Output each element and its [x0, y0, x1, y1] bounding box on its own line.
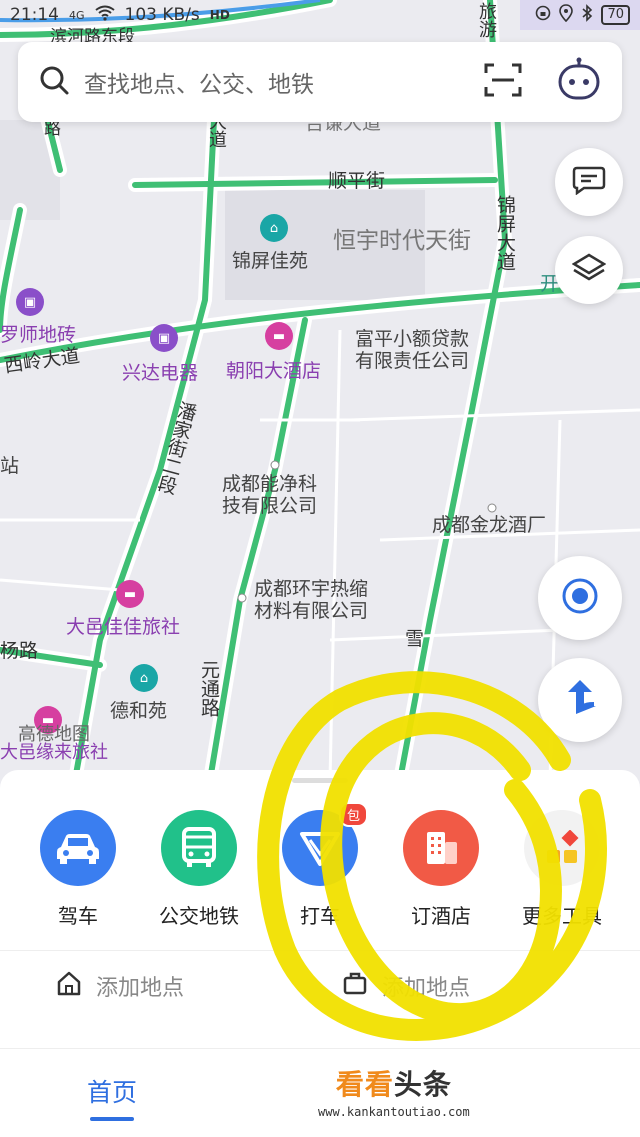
road-label: 顺平街: [328, 170, 386, 192]
poi-label: 成都金龙酒厂: [432, 514, 547, 536]
locate-icon: [560, 576, 600, 620]
road-label: 杨路: [0, 640, 39, 662]
promo-badge: 包: [338, 802, 368, 827]
poi-label: 成都能净科: [222, 473, 318, 495]
bottom-panel: 驾车 公交地铁 包 打车 订酒店 更多工具 添加地点 添加地点: [0, 770, 640, 1050]
home-icon: [56, 970, 82, 1002]
service-drive[interactable]: 驾车: [23, 810, 133, 929]
road-label: 元通路: [198, 660, 220, 717]
add-home-button[interactable]: 添加地点: [56, 970, 184, 1002]
add-place-label: 添加地点: [382, 975, 471, 1001]
chat-bubble-icon: [572, 165, 606, 199]
location-icon: [559, 3, 574, 27]
poi-label: 大邑缘来旅社: [0, 742, 108, 763]
poi-label: 材料有限公司: [254, 600, 369, 622]
residential-poi-icon[interactable]: ⌂: [130, 664, 158, 692]
more-tools-icon: [524, 810, 600, 886]
service-label: 更多工具: [522, 904, 602, 928]
tab-home[interactable]: 首页: [72, 1073, 152, 1121]
watermark: 看看头条 www.kankantoutiao.com: [318, 1063, 470, 1119]
route-arrow-icon: [560, 678, 600, 722]
search-placeholder[interactable]: 查找地点、公交、地铁: [84, 65, 484, 99]
search-icon: [38, 64, 70, 100]
poi-label: 德和苑: [110, 700, 168, 722]
service-transit[interactable]: 公交地铁: [144, 810, 254, 929]
service-label: 驾车: [58, 904, 98, 928]
route-button[interactable]: [538, 658, 622, 742]
add-work-button[interactable]: 添加地点: [342, 970, 470, 1002]
briefcase-icon: [342, 970, 368, 1002]
poi-label: 罗师地砖: [0, 324, 77, 346]
locate-button[interactable]: [538, 556, 622, 640]
watermark-url: www.kankantoutiao.com: [318, 1105, 470, 1119]
add-place-row: 添加地点 添加地点: [0, 950, 640, 1020]
network-label: 4G: [69, 8, 85, 22]
search-bar[interactable]: 查找地点、公交、地铁: [18, 42, 622, 122]
drag-handle[interactable]: [292, 778, 348, 783]
taxi-icon: 包: [282, 802, 368, 886]
hd-badge: HD: [209, 8, 230, 22]
battery-indicator: 70: [601, 5, 630, 25]
car-icon: [40, 810, 116, 886]
status-bar: 21:14 4G 103 KB/s HD 70: [0, 0, 640, 30]
service-label: 订酒店: [411, 904, 471, 928]
hotel-poi-icon[interactable]: ▬: [265, 322, 293, 350]
scan-icon[interactable]: [484, 63, 522, 101]
assistant-avatar-icon[interactable]: [556, 57, 602, 107]
bluetooth-icon: [581, 3, 593, 27]
hotel-poi-icon[interactable]: ▬: [116, 580, 144, 608]
poi-label: 朝阳大酒店: [226, 360, 322, 382]
service-label: 公交地铁: [159, 904, 239, 928]
layers-button[interactable]: [555, 236, 623, 304]
service-more-tools[interactable]: 更多工具: [507, 810, 617, 929]
message-button[interactable]: [555, 148, 623, 216]
bottom-tab-bar: 首页 看看头条 www.kankantoutiao.com: [0, 1048, 640, 1137]
bus-icon: [161, 810, 237, 886]
poi-label: 站: [0, 455, 20, 477]
shop-poi-icon[interactable]: ▣: [16, 288, 44, 316]
map-app-screen: 滨河路东段 大道 吉谦大道 顺平街 旅游 锦屏大道 ⌂ 锦屏佳苑 恒宇时代天街 …: [0, 0, 640, 1137]
network-speed: 103 KB/s: [124, 5, 200, 25]
add-place-label: 添加地点: [96, 975, 185, 1001]
active-tab-indicator: [90, 1117, 134, 1121]
road-label: 锦屏大道: [494, 195, 516, 271]
residential-poi-icon[interactable]: ⌂: [260, 214, 288, 242]
lock-rotation-icon: [535, 5, 551, 26]
poi-label: 锦屏佳苑: [232, 250, 309, 272]
service-hotel[interactable]: 订酒店: [386, 810, 496, 929]
poi-label: 成都环宇热缩: [254, 578, 369, 600]
road-label: 雪: [405, 628, 425, 650]
poi-label: 富平小额贷款: [355, 328, 470, 350]
layers-icon: [571, 253, 607, 287]
watermark-text-colored: 看看: [335, 1068, 394, 1101]
shop-poi-icon[interactable]: ▣: [150, 324, 178, 352]
wifi-icon: [94, 5, 115, 26]
poi-label: 技有限公司: [222, 495, 318, 517]
poi-label: 有限责任公司: [355, 350, 470, 372]
poi-label: 大邑佳佳旅社: [66, 616, 181, 638]
service-shortcuts: 驾车 公交地铁 包 打车 订酒店 更多工具: [0, 802, 640, 930]
watermark-text-dark: 头条: [393, 1068, 452, 1101]
service-label: 打车: [300, 904, 340, 928]
status-time: 21:14: [10, 5, 59, 25]
tab-home-label: 首页: [86, 1078, 137, 1107]
poi-label: 兴达电器: [122, 362, 199, 384]
hotel-building-icon: [403, 810, 479, 886]
area-label: 恒宇时代天街: [333, 228, 471, 254]
service-taxi[interactable]: 包 打车: [265, 802, 375, 929]
